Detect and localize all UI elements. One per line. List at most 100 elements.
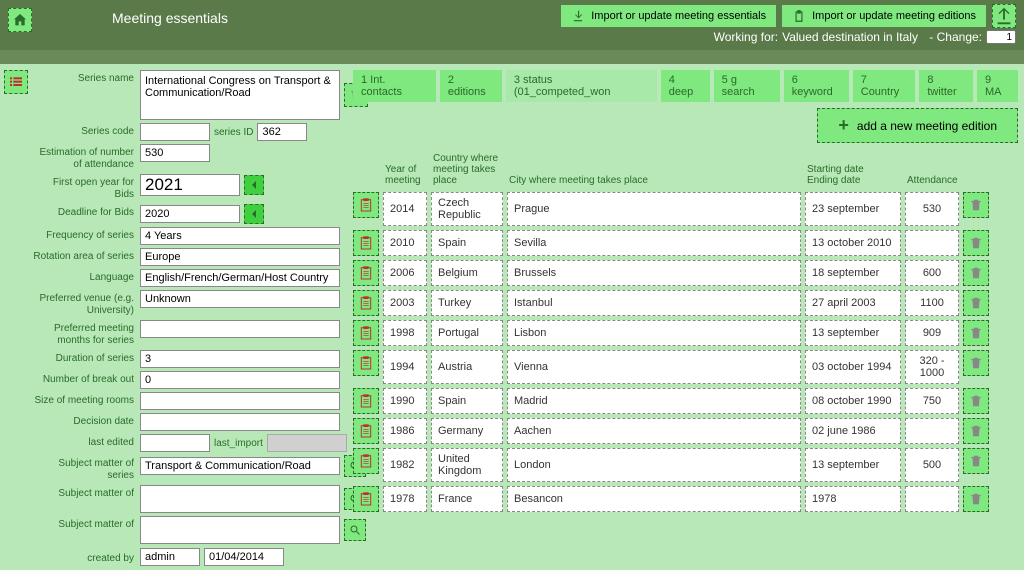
row-delete-button[interactable] (963, 260, 989, 286)
row-open-button[interactable] (353, 192, 379, 218)
breakout-input[interactable] (140, 371, 340, 389)
cell-city[interactable]: Madrid (507, 388, 801, 414)
home-button[interactable] (8, 8, 32, 32)
cell-city[interactable]: Prague (507, 192, 801, 226)
cell-country[interactable]: Spain (431, 230, 503, 256)
row-open-button[interactable] (353, 320, 379, 346)
cell-year[interactable]: 1982 (383, 448, 427, 482)
subject3-input[interactable] (140, 516, 340, 544)
cell-start[interactable]: 13 september (805, 448, 901, 482)
row-open-button[interactable] (353, 260, 379, 286)
cell-year[interactable]: 1990 (383, 388, 427, 414)
row-delete-button[interactable] (963, 418, 989, 444)
tab-4[interactable]: 5 g search (714, 70, 780, 102)
row-delete-button[interactable] (963, 350, 989, 376)
est-attendance-input[interactable] (140, 144, 210, 162)
cell-start[interactable]: 13 september (805, 320, 901, 346)
cell-city[interactable]: Aachen (507, 418, 801, 444)
cell-city[interactable]: London (507, 448, 801, 482)
cell-country[interactable]: Czech Republic (431, 192, 503, 226)
import-essentials-button[interactable]: Import or update meeting essentials (561, 5, 776, 27)
cell-year[interactable]: 1986 (383, 418, 427, 444)
cell-city[interactable]: Vienna (507, 350, 801, 384)
cell-attendance[interactable] (905, 418, 959, 444)
cell-attendance[interactable]: 530 (905, 192, 959, 226)
row-open-button[interactable] (353, 388, 379, 414)
frequency-input[interactable] (140, 227, 340, 245)
row-delete-button[interactable] (963, 388, 989, 414)
upload-button[interactable] (992, 4, 1016, 28)
first-open-input[interactable] (140, 174, 240, 196)
cell-start[interactable]: 13 october 2010 (805, 230, 901, 256)
cell-start[interactable]: 27 april 2003 (805, 290, 901, 316)
series-name-input[interactable]: International Congress on Transport & Co… (140, 70, 340, 120)
cell-city[interactable]: Besancon (507, 486, 801, 512)
cell-start[interactable]: 1978 (805, 486, 901, 512)
cell-city[interactable]: Istanbul (507, 290, 801, 316)
cell-country[interactable]: United Kingdom (431, 448, 503, 482)
cell-city[interactable]: Lisbon (507, 320, 801, 346)
tab-0[interactable]: 1 Int. contacts (353, 70, 436, 102)
cell-attendance[interactable]: 500 (905, 448, 959, 482)
cell-attendance[interactable]: 750 (905, 388, 959, 414)
row-open-button[interactable] (353, 230, 379, 256)
cell-year[interactable]: 2006 (383, 260, 427, 286)
row-open-button[interactable] (353, 350, 379, 376)
cell-country[interactable]: Portugal (431, 320, 503, 346)
cell-start[interactable]: 03 october 1994 (805, 350, 901, 384)
subject1-input[interactable] (140, 457, 340, 475)
list-button[interactable] (4, 70, 28, 94)
tab-6[interactable]: 7 Country (853, 70, 916, 102)
cell-attendance[interactable]: 909 (905, 320, 959, 346)
duration-input[interactable] (140, 350, 340, 368)
cell-attendance[interactable]: 320 - 1000 (905, 350, 959, 384)
row-delete-button[interactable] (963, 192, 989, 218)
row-open-button[interactable] (353, 486, 379, 512)
row-open-button[interactable] (353, 290, 379, 316)
language-input[interactable] (140, 269, 340, 287)
cell-attendance[interactable] (905, 230, 959, 256)
row-delete-button[interactable] (963, 486, 989, 512)
tab-7[interactable]: 8 twitter (919, 70, 973, 102)
rotation-input[interactable] (140, 248, 340, 266)
tab-8[interactable]: 9 MA (977, 70, 1018, 102)
cell-country[interactable]: Germany (431, 418, 503, 444)
cell-start[interactable]: 18 september (805, 260, 901, 286)
cell-year[interactable]: 1998 (383, 320, 427, 346)
row-open-button[interactable] (353, 418, 379, 444)
cell-start[interactable]: 02 june 1986 (805, 418, 901, 444)
table-body[interactable]: 2014Czech RepublicPrague23 september530 2… (353, 192, 1018, 564)
cell-year[interactable]: 2010 (383, 230, 427, 256)
edited-input[interactable] (140, 434, 210, 452)
series-id-input[interactable] (257, 123, 307, 141)
cell-city[interactable]: Brussels (507, 260, 801, 286)
cell-country[interactable]: Belgium (431, 260, 503, 286)
cell-country[interactable]: Turkey (431, 290, 503, 316)
row-delete-button[interactable] (963, 320, 989, 346)
tab-5[interactable]: 6 keyword (784, 70, 849, 102)
cell-country[interactable]: Austria (431, 350, 503, 384)
add-edition-button[interactable]: + add a new meeting edition (817, 108, 1018, 143)
row-delete-button[interactable] (963, 290, 989, 316)
venue-input[interactable] (140, 290, 340, 308)
cell-attendance[interactable] (905, 486, 959, 512)
row-delete-button[interactable] (963, 230, 989, 256)
import-editions-button[interactable]: Import or update meeting editions (782, 5, 986, 27)
cell-country[interactable]: Spain (431, 388, 503, 414)
cell-year[interactable]: 2003 (383, 290, 427, 316)
created-date-input[interactable] (204, 548, 284, 566)
cell-start[interactable]: 08 october 1990 (805, 388, 901, 414)
series-code-input[interactable] (140, 123, 210, 141)
deadline-input[interactable] (140, 205, 240, 223)
cell-country[interactable]: France (431, 486, 503, 512)
months-input[interactable] (140, 320, 340, 338)
created-by-input[interactable] (140, 548, 200, 566)
cell-city[interactable]: Sevilla (507, 230, 801, 256)
cell-start[interactable]: 23 september (805, 192, 901, 226)
cell-year[interactable]: 2014 (383, 192, 427, 226)
tab-3[interactable]: 4 deep (661, 70, 710, 102)
first-open-prev-button[interactable] (244, 175, 264, 195)
tab-1[interactable]: 2 editions (440, 70, 502, 102)
decision-input[interactable] (140, 413, 340, 431)
rooms-input[interactable] (140, 392, 340, 410)
